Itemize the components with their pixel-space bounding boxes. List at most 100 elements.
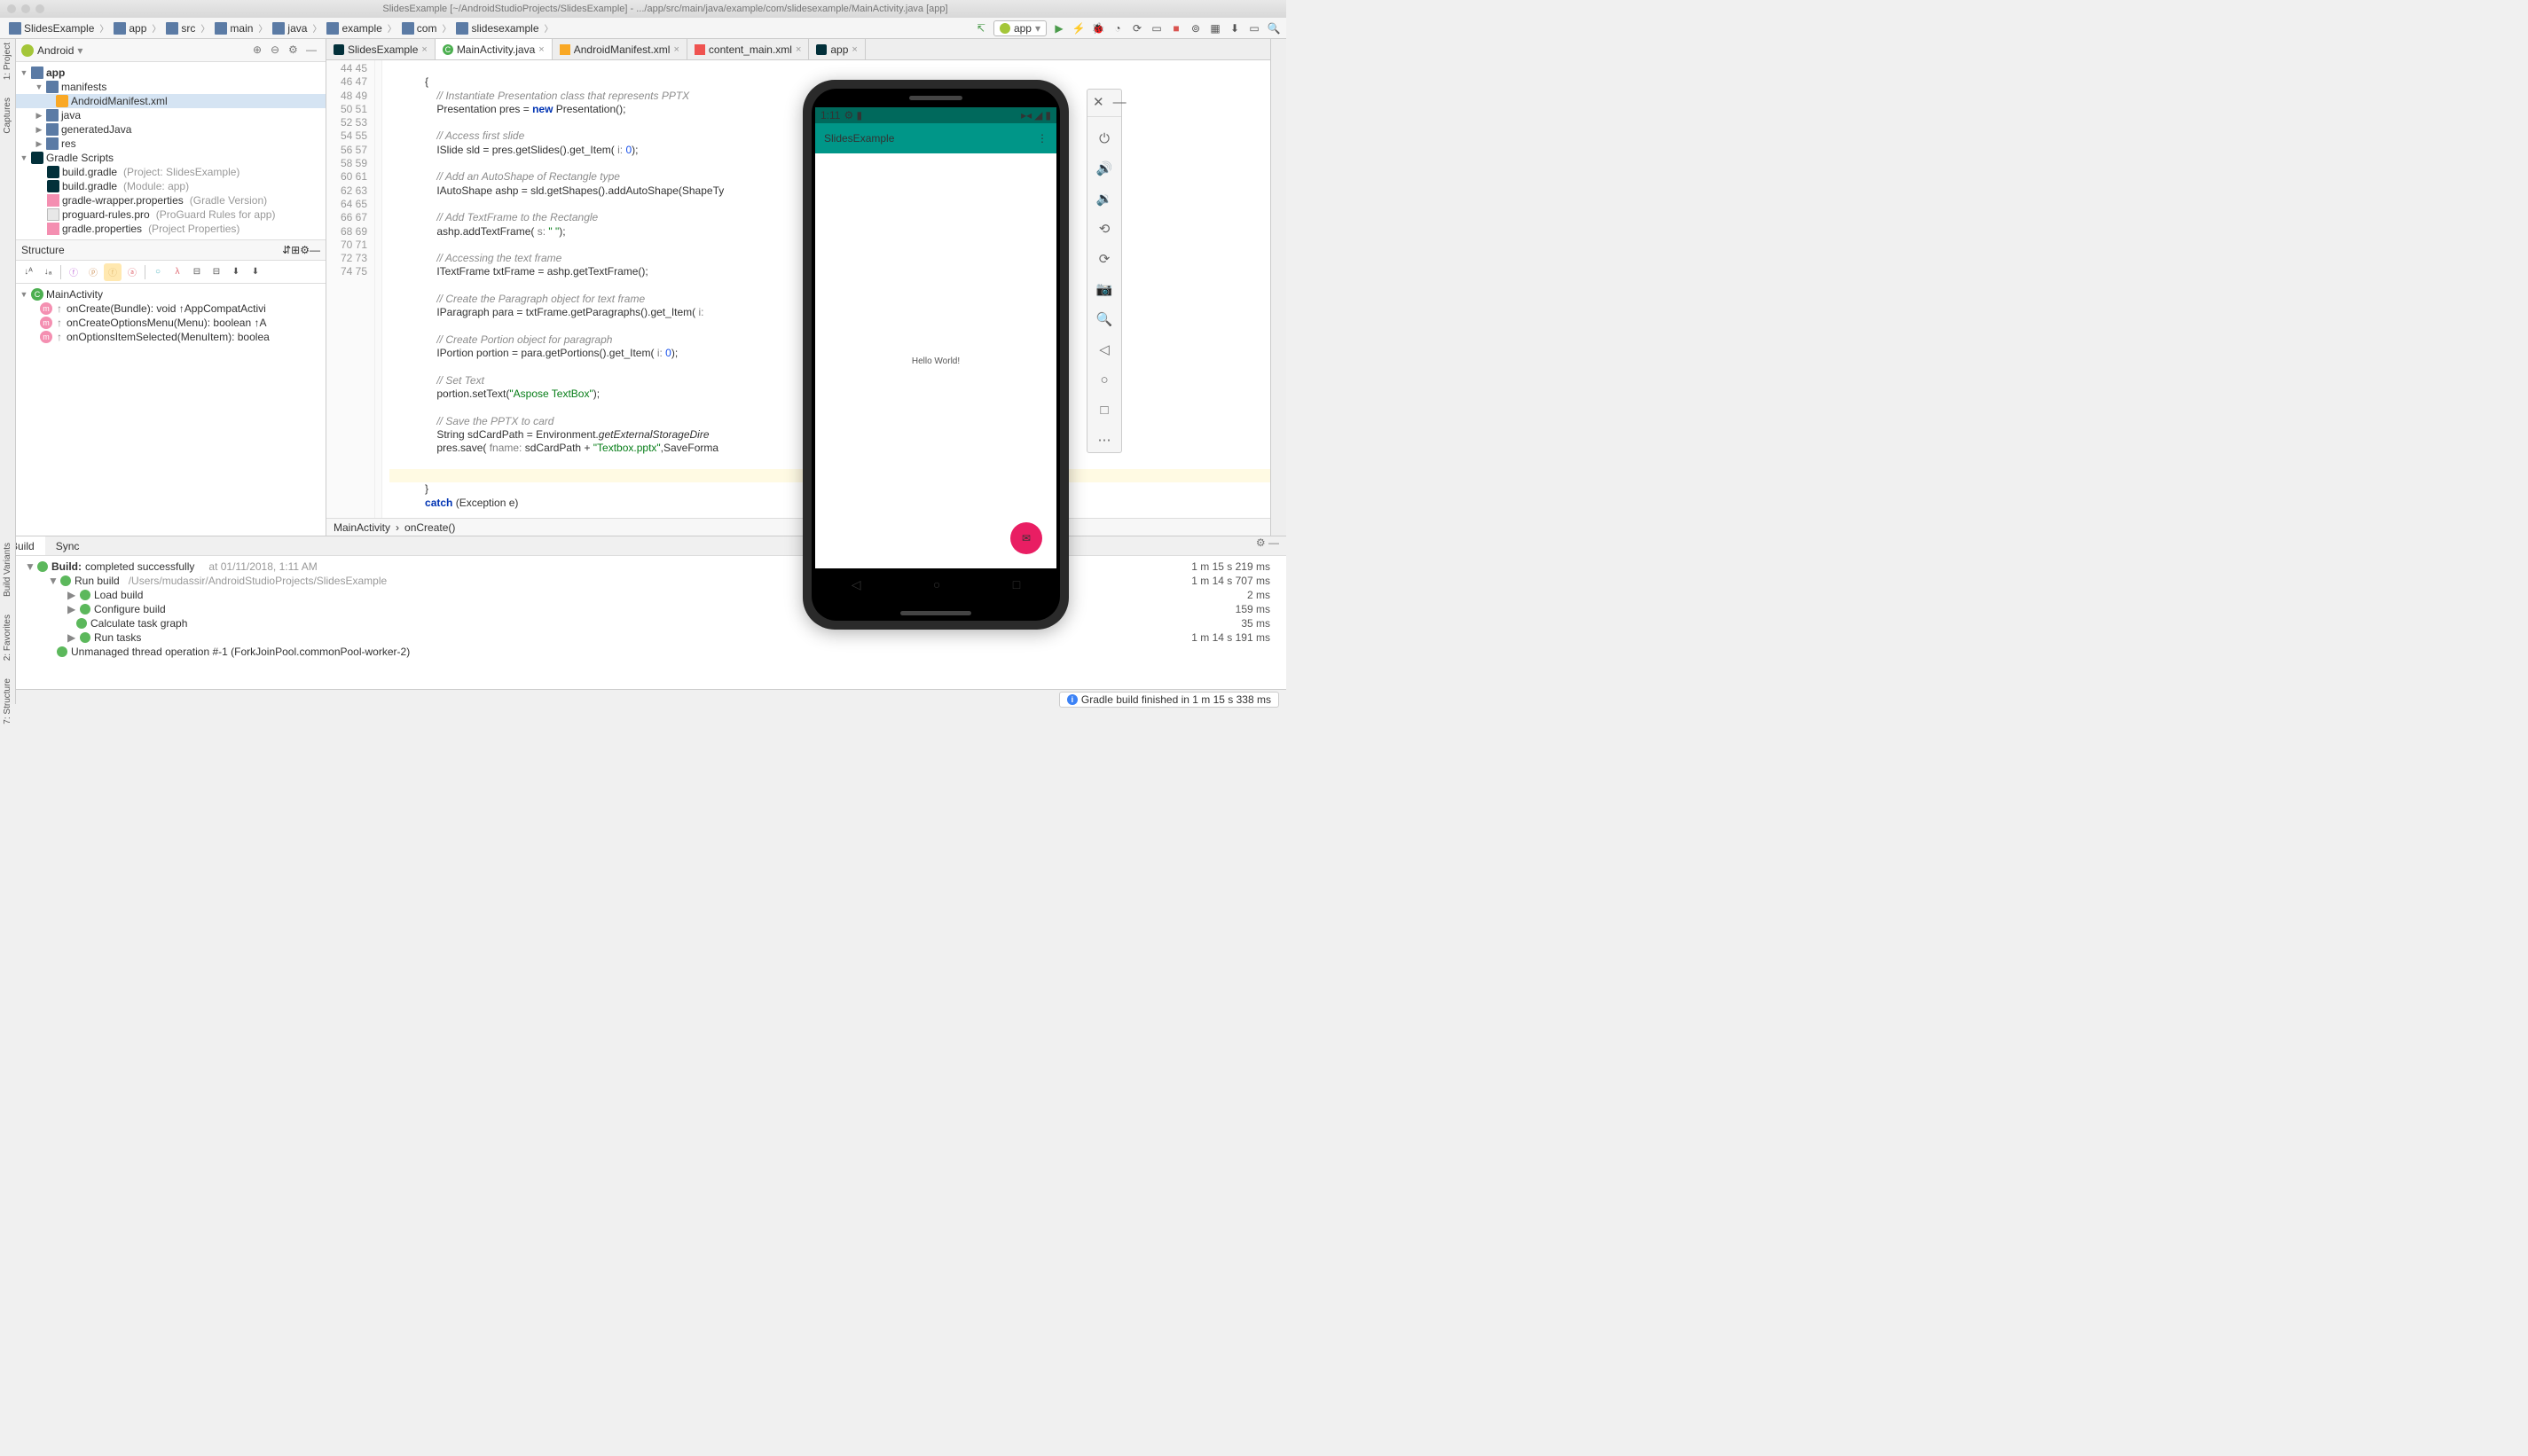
status-message: iGradle build finished in 1 m 15 s 338 m… [1059,692,1279,708]
emu-zoom-icon[interactable]: 🔍 [1095,310,1113,328]
left-bottom-rail: Build Variants 2: Favorites 7: Structure [0,536,16,704]
debug-button[interactable]: 🐞 [1091,21,1105,35]
toolbar-lambda-icon[interactable]: λ [169,263,186,281]
gear-icon[interactable]: ⚙ [288,43,302,58]
emu-minimize-icon[interactable]: — [1113,93,1127,111]
build-output-tree[interactable]: ▼Build: completed successfullyat 01/11/2… [16,556,1286,689]
sort-visibility-icon[interactable]: ↓ₐ [39,263,57,281]
emu-overview-icon[interactable]: □ [1095,401,1113,419]
structure-expand-icon[interactable]: ⊞ [291,244,300,256]
crumb-src[interactable]: src [162,22,199,35]
structure-hide-icon[interactable]: — [310,244,320,256]
tree-manifest-file[interactable]: AndroidManifest.xml [16,94,326,108]
zoom-window-button[interactable] [35,4,44,13]
minimize-window-button[interactable] [21,4,30,13]
close-icon[interactable]: × [852,44,857,55]
show-fields-icon[interactable]: ⓕ [65,263,82,281]
project-tool-window: Android ▾ ⊕ ⊖ ⚙ — ▼app ▼manifests Androi… [16,39,326,536]
emu-home-icon[interactable]: ○ [1095,371,1113,388]
close-icon[interactable]: × [538,44,544,55]
show-anonymous-icon[interactable]: ⓐ [123,263,141,281]
right-tool-rail [1270,39,1286,536]
tab-app[interactable]: app× [809,39,865,59]
show-properties-icon[interactable]: ⓟ [84,263,102,281]
crumb-app[interactable]: app [110,22,150,35]
close-icon[interactable]: × [421,44,427,55]
structure-tree[interactable]: ▼CMainActivity m↑onCreate(Bundle): void … [16,284,326,348]
tab-mainactivity[interactable]: CMainActivity.java× [436,39,553,59]
traffic-lights [7,4,44,13]
download-icon[interactable]: ⬇ [1228,21,1242,35]
structure-view-icon[interactable]: ⇵ [282,244,291,256]
crumb-example[interactable]: example [323,22,385,35]
toolbar-circle-icon[interactable]: ○ [149,263,167,281]
emu-more-icon[interactable]: ⋯ [1095,431,1113,449]
rail-favorites[interactable]: 2: Favorites [3,614,12,661]
scroll-to-source-icon[interactable]: ⊕ [253,43,267,58]
emu-back-icon[interactable]: ◁ [1095,341,1113,358]
fab-button[interactable]: ✉ [1010,522,1042,554]
emu-volumeup-icon[interactable]: 🔊 [1095,160,1113,177]
emu-volumedown-icon[interactable]: 🔉 [1095,190,1113,207]
rail-structure[interactable]: 7: Structure [3,678,12,724]
run-button[interactable]: ▶ [1052,21,1066,35]
editor-tabs: SlidesExample× CMainActivity.java× Andro… [326,39,1270,60]
collapse-icon[interactable]: ⊖ [271,43,285,58]
emu-rotate-right-icon[interactable]: ⟳ [1095,250,1113,268]
hide-icon[interactable]: — [306,43,320,58]
battery-icon: ▮ [1045,109,1051,121]
tab-androidmanifest[interactable]: AndroidManifest.xml× [553,39,687,59]
android-app-bar: SlidesExample ⋮ [815,123,1056,153]
structure-panel-header: Structure ⇵ ⊞ ⚙ — [16,239,326,261]
overflow-menu-icon[interactable]: ⋮ [1037,132,1048,145]
avd-manager-icon[interactable]: ▭ [1150,21,1164,35]
android-emulator[interactable]: 1:11⚙ ▮ ▸◂◢▮ SlidesExample ⋮ Hello World… [803,80,1069,630]
structure-gear-icon[interactable]: ⚙ [300,244,310,256]
sync-tab[interactable]: Sync [45,536,90,555]
attach-debugger-icon[interactable]: ⟳ [1130,21,1144,35]
autoscroll-from-icon[interactable]: ⬇ [247,263,264,281]
apply-changes-icon[interactable]: ⚡ [1072,21,1086,35]
rail-captures[interactable]: Captures [3,98,12,134]
code-editor[interactable]: 44 45 46 47 48 49 50 51 52 53 54 55 56 5… [326,60,1270,518]
crumb-com[interactable]: com [398,22,441,35]
emu-power-icon[interactable]: ⏻ [1095,129,1113,147]
emulator-screen[interactable]: 1:11⚙ ▮ ▸◂◢▮ SlidesExample ⋮ Hello World… [815,107,1056,600]
project-tree[interactable]: ▼app ▼manifests AndroidManifest.xml ▶jav… [16,62,326,239]
search-icon[interactable]: 🔍 [1267,21,1281,35]
tab-contentmain[interactable]: content_main.xml× [687,39,809,59]
crumb-project[interactable]: SlidesExample [5,22,98,35]
profiler-icon[interactable]: ◔ [1111,21,1125,35]
close-window-button[interactable] [7,4,16,13]
sort-alpha-icon[interactable]: ↓ᴬ [20,263,37,281]
emu-camera-icon[interactable]: 📷 [1095,280,1113,298]
crumb-java[interactable]: java [269,22,310,35]
build-gear-icon[interactable]: ⚙ — [1249,536,1286,555]
stop-button[interactable]: ■ [1169,21,1183,35]
project-view-selector[interactable]: Android [37,44,74,57]
sync-icon[interactable]: ↸ [974,21,988,35]
rail-project[interactable]: 1: Project [3,43,12,80]
emu-rotate-left-icon[interactable]: ⟲ [1095,220,1113,238]
nav-back-icon[interactable]: ◁ [852,577,861,592]
close-icon[interactable]: × [673,44,679,55]
nav-home-icon[interactable]: ○ [933,577,940,591]
run-configuration-selector[interactable]: app▾ [993,20,1047,36]
structure-toolbar: ↓ᴬ ↓ₐ ⓕ ⓟ ⓕ ⓐ ○ λ ⊟ ⊟ ⬇ ⬇ [16,261,326,284]
mail-icon: ✉ [1022,532,1031,544]
nav-recents-icon[interactable]: □ [1013,577,1020,591]
crumb-slidesexample[interactable]: slidesexample [452,22,542,35]
close-icon[interactable]: × [796,44,801,55]
android-status-bar: 1:11⚙ ▮ ▸◂◢▮ [815,107,1056,123]
toolbar-expand-icon[interactable]: ⊟ [188,263,206,281]
rail-build-variants[interactable]: Build Variants [3,543,12,597]
tab-slidesexample[interactable]: SlidesExample× [326,39,436,59]
layout-inspector-icon[interactable]: ▦ [1208,21,1222,35]
toolbar-collapse-icon[interactable]: ⊟ [208,263,225,281]
emu-close-icon[interactable]: ✕ [1093,93,1104,111]
sdk-manager-icon[interactable]: ⊚ [1189,21,1203,35]
crumb-main[interactable]: main [211,22,256,35]
show-inherited-icon[interactable]: ⓕ [104,263,122,281]
autoscroll-icon[interactable]: ⬇ [227,263,245,281]
device-file-explorer-icon[interactable]: ▭ [1247,21,1261,35]
